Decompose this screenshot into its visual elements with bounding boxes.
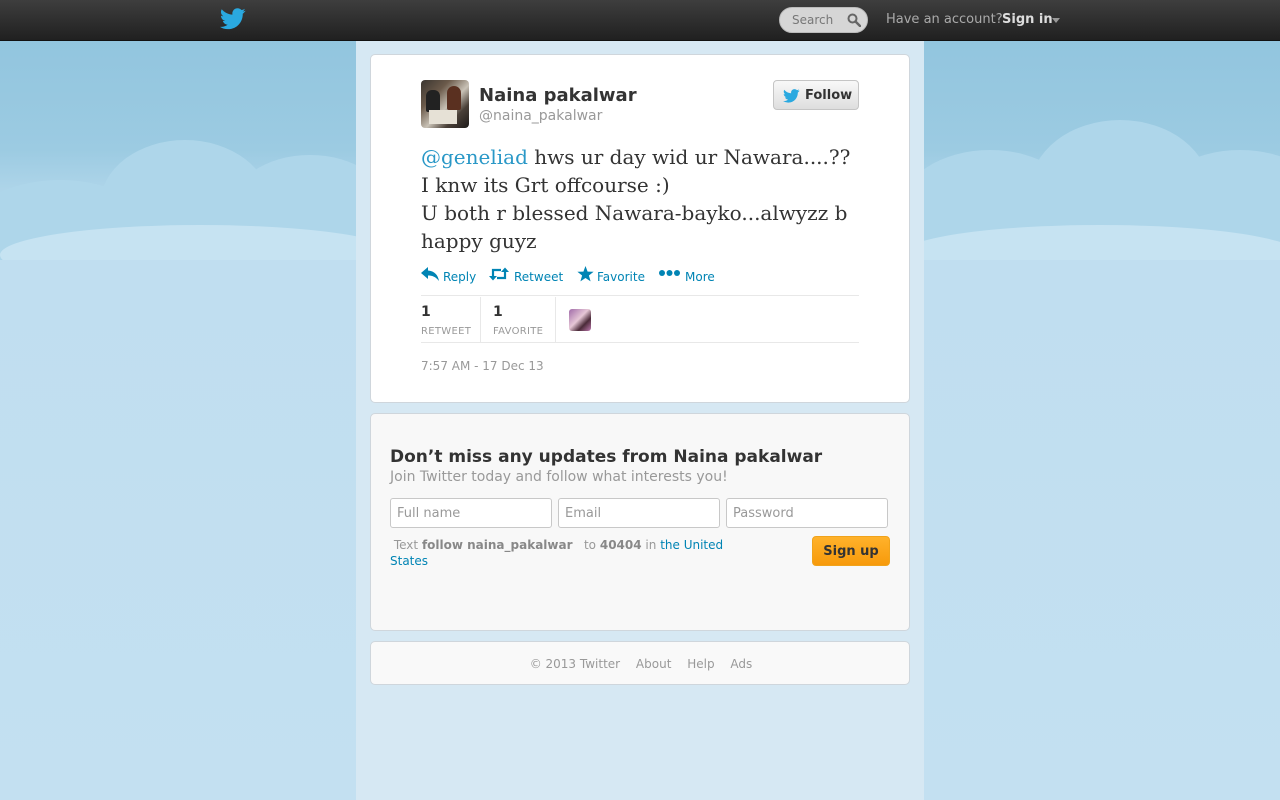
email-field[interactable] (558, 498, 720, 528)
copyright-text: © 2013 Twitter (529, 657, 621, 671)
full-name-field[interactable] (390, 498, 552, 528)
retweet-count-label: RETWEET (421, 326, 472, 337)
search-input[interactable]: Search (792, 13, 833, 27)
divider (421, 342, 859, 343)
tweet-text: @geneliad hws ur day wid ur Nawara....??… (421, 143, 851, 255)
divider (421, 295, 859, 296)
display-name[interactable]: Naina pakalwar (479, 85, 637, 106)
top-navigation-bar: Search Have an account? Sign in (0, 0, 1280, 41)
footer-link-help[interactable]: Help (687, 657, 714, 671)
more-label: More (685, 270, 715, 284)
signup-title: Don’t miss any updates from Naina pakalw… (390, 447, 823, 467)
sign-in-link[interactable]: Sign in (1002, 12, 1053, 27)
favoriter-avatar[interactable] (569, 309, 591, 331)
footer-links: © 2013 Twitter About Help Ads (371, 657, 911, 671)
divider (480, 297, 481, 343)
tweet-text-line: hws ur day wid ur Nawara....?? (527, 145, 851, 169)
footer: © 2013 Twitter About Help Ads (370, 641, 910, 685)
retweet-button[interactable]: Retweet (489, 266, 567, 286)
avatar[interactable] (421, 80, 469, 128)
footer-link-ads[interactable]: Ads (730, 657, 752, 671)
password-field[interactable] (726, 498, 888, 528)
more-dots-icon (659, 270, 680, 276)
star-icon (577, 266, 594, 282)
favorite-count-label: FAVORITE (493, 326, 544, 337)
sms-in-label: in (645, 538, 657, 552)
favorite-label: Favorite (597, 270, 645, 284)
retweet-label: Retweet (514, 270, 564, 284)
twitter-bird-icon (783, 89, 800, 103)
reply-label: Reply (443, 270, 477, 284)
sms-number: 40404 (599, 538, 642, 552)
sign-up-button[interactable]: Sign up (812, 536, 890, 566)
favorite-button[interactable]: Favorite (577, 266, 649, 286)
follow-button[interactable]: Follow (773, 80, 859, 110)
footer-link-about[interactable]: About (636, 657, 671, 671)
signup-subtitle: Join Twitter today and follow what inter… (390, 469, 728, 485)
mention-link[interactable]: @geneliad (421, 145, 528, 169)
follow-label: Follow (805, 88, 853, 103)
retweet-icon (489, 267, 509, 281)
more-button[interactable]: More (659, 266, 719, 286)
twitter-bird-icon[interactable] (220, 8, 246, 30)
tweet-text-line: happy guyz (421, 229, 537, 253)
tweet-card: Naina pakalwar @naina_pakalwar Follow @g… (370, 54, 910, 403)
chevron-down-icon[interactable] (1052, 18, 1060, 23)
tweet-text-line: U both r blessed Nawara-bayko...alwyzz b (421, 201, 848, 225)
search-box[interactable]: Search (779, 7, 868, 33)
tweet-timestamp[interactable]: 7:57 AM - 17 Dec 13 (421, 359, 544, 373)
search-icon[interactable] (847, 13, 861, 27)
screen-name[interactable]: @naina_pakalwar (479, 108, 602, 124)
signup-card: Don’t miss any updates from Naina pakalw… (370, 413, 910, 631)
reply-button[interactable]: Reply (421, 266, 479, 286)
sms-command: follow naina_pakalwar (421, 538, 573, 552)
reply-icon (421, 267, 439, 281)
divider (555, 297, 556, 343)
have-account-text: Have an account? (886, 12, 1003, 27)
sms-follow-text: Text follow naina_pakalwar to 40404 in t… (390, 537, 750, 569)
tweet-text-line: I knw its Grt offcourse :) (421, 173, 670, 197)
retweet-count-value: 1 (421, 304, 431, 320)
sms-text-label: Text (393, 538, 419, 552)
favorite-count-value: 1 (493, 304, 503, 320)
sms-to-label: to (583, 538, 597, 552)
